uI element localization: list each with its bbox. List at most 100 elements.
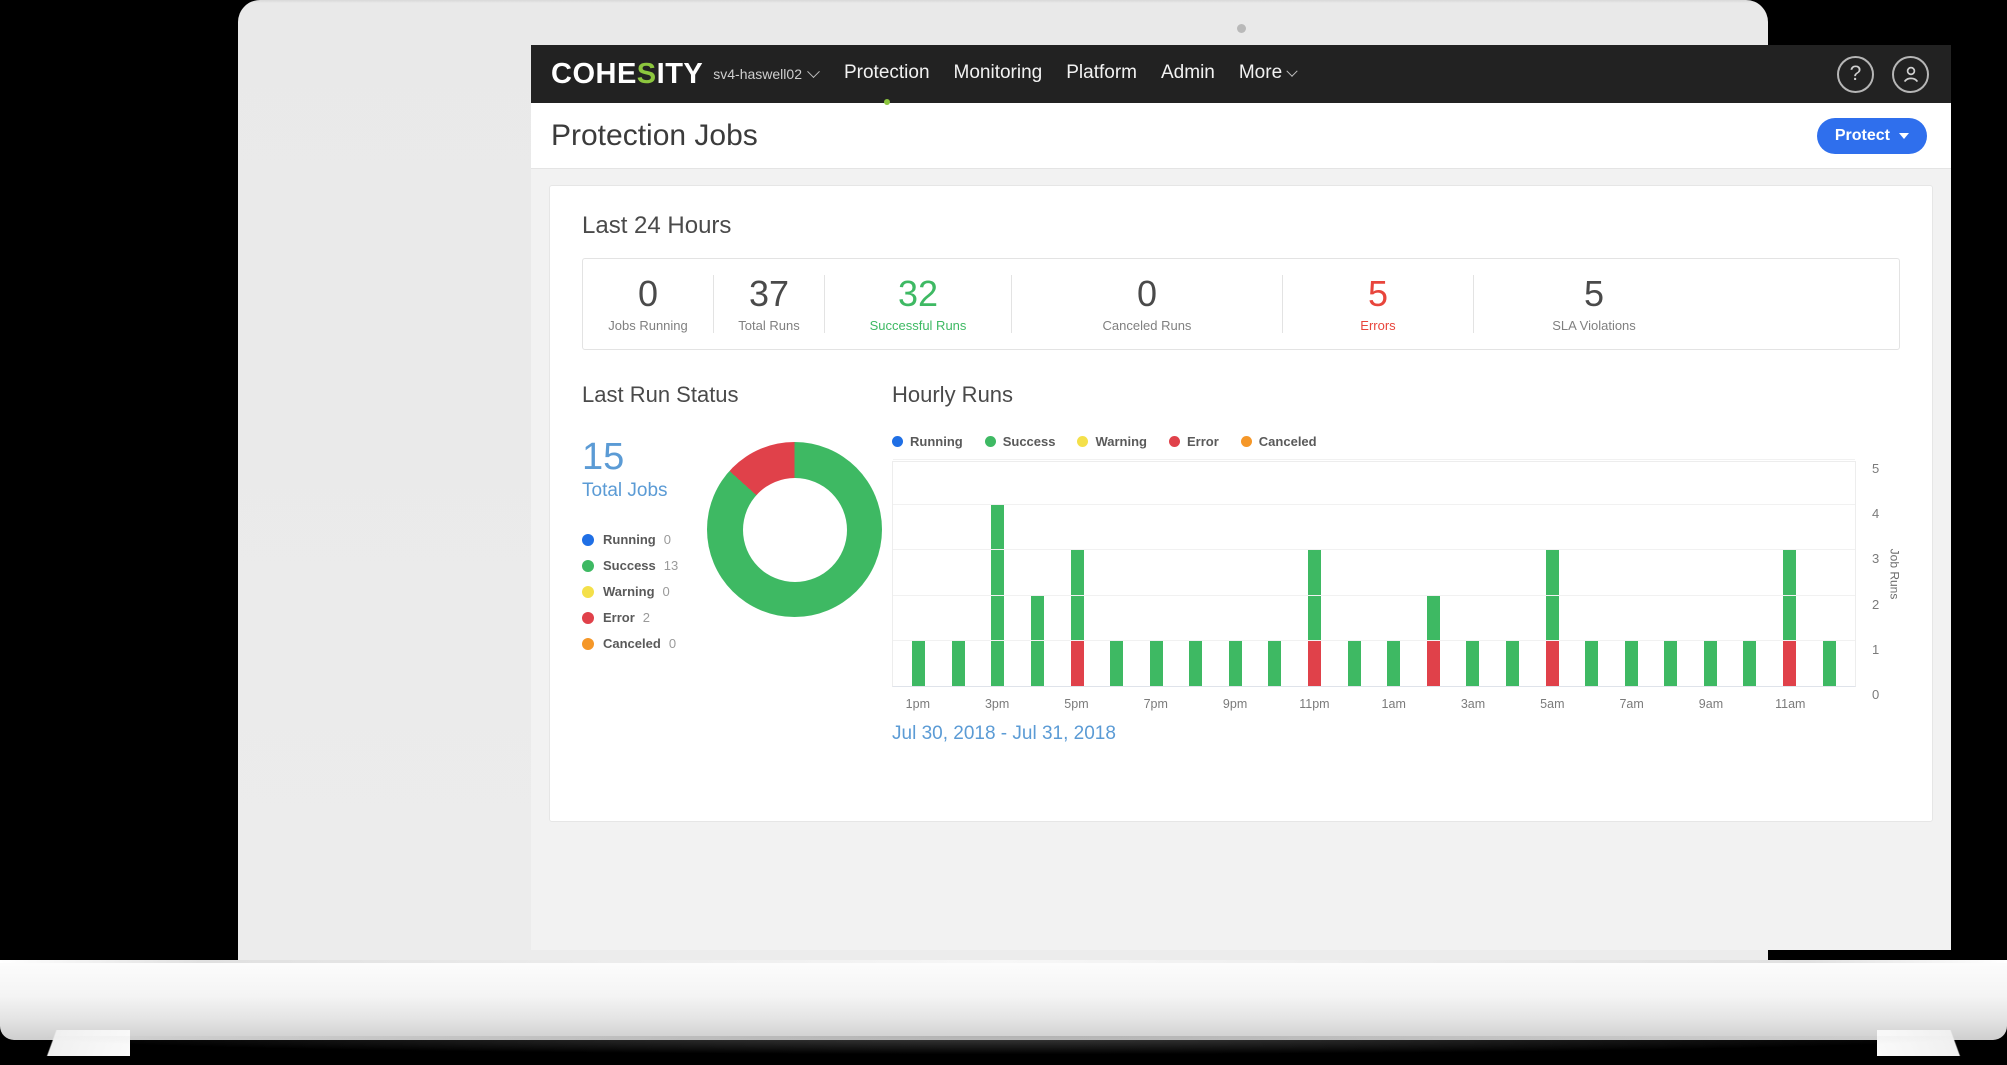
bar-segment-error	[1545, 640, 1559, 686]
cluster-selector[interactable]: sv4-haswell02	[713, 64, 820, 82]
bar-column[interactable]	[1347, 462, 1361, 686]
stat-sla-violations[interactable]: 5 SLA Violations	[1474, 272, 1714, 334]
chart-legend-item-error[interactable]: Error	[1169, 434, 1219, 449]
nav-label-admin: Admin	[1161, 62, 1215, 83]
brand-text-post: ITY	[656, 57, 704, 90]
hourly-runs-bar-chart[interactable]	[892, 459, 1856, 687]
bar-column[interactable]	[1505, 462, 1519, 686]
legend-item-canceled[interactable]: Canceled 0	[582, 636, 691, 651]
date-range-link[interactable]: Jul 30, 2018 - Jul 31, 2018	[892, 723, 1900, 745]
bar-column[interactable]	[1387, 462, 1401, 686]
nav-label-protection: Protection	[843, 62, 930, 83]
bar-column[interactable]	[1189, 462, 1203, 686]
bar-column[interactable]	[1466, 462, 1480, 686]
protect-button[interactable]: Protect	[1816, 117, 1927, 154]
stat-value: 5	[1367, 272, 1389, 314]
stat-errors[interactable]: 5 Errors	[1283, 272, 1473, 334]
legend-value: 0	[668, 636, 677, 651]
stat-value: 0	[637, 272, 659, 314]
legend-item-error[interactable]: Error 2	[582, 610, 691, 625]
bar-segment-success	[951, 640, 965, 686]
summary-stats-strip: 0 Jobs Running 37 Total Runs 32 Successful Ru…	[582, 258, 1900, 350]
stat-label: SLA Violations	[1552, 318, 1636, 334]
nav-label-monitoring: Monitoring	[953, 62, 1043, 83]
nav-item-monitoring[interactable]: Monitoring	[954, 62, 1043, 86]
gridline	[893, 504, 1855, 506]
bar-segment-success	[1505, 640, 1519, 686]
status-dot-icon	[984, 436, 996, 447]
bar-column[interactable]	[1308, 462, 1322, 686]
bar-segment-success	[1149, 640, 1163, 686]
top-navigation-bar: COHESITY sv4-haswell02 Protection Monito…	[531, 45, 1951, 103]
chevron-down-icon	[1899, 132, 1909, 139]
bar-column[interactable]	[1031, 462, 1045, 686]
y-axis-title: Job Runs	[1887, 548, 1902, 600]
bar-column[interactable]	[1149, 462, 1163, 686]
bar-column[interactable]	[1070, 462, 1084, 686]
bar-segment-success	[1545, 550, 1559, 641]
bar-column[interactable]	[1822, 462, 1836, 686]
bar-segment-success	[912, 640, 926, 686]
stat-successful-runs[interactable]: 32 Successful Runs	[825, 272, 1011, 333]
bar-column[interactable]	[951, 462, 965, 686]
status-dot-icon	[1240, 436, 1252, 447]
legend-item-running[interactable]: Running 0	[582, 532, 691, 547]
nav-item-protection[interactable]: Protection	[844, 62, 930, 86]
bar-column[interactable]	[1624, 462, 1638, 686]
stat-label: Errors	[1360, 318, 1396, 334]
legend-label: Canceled	[603, 636, 661, 651]
stat-canceled-runs[interactable]: 0 Canceled Runs	[1012, 274, 1282, 333]
laptop-lid: COHESITY sv4-haswell02 Protection Monito…	[238, 0, 1951, 967]
bar-column[interactable]	[1426, 462, 1440, 686]
stat-value: 32	[897, 272, 939, 314]
bar-column[interactable]	[1268, 462, 1282, 686]
chart-legend-item-canceled[interactable]: Canceled	[1240, 434, 1317, 449]
bar-segment-success	[1466, 640, 1480, 686]
nav-item-more[interactable]: More	[1239, 62, 1298, 86]
legend-item-warning[interactable]: Warning 0	[582, 584, 691, 599]
chart-legend-item-running[interactable]: Running	[892, 434, 963, 449]
laptop-screen: COHESITY sv4-haswell02 Protection Monito…	[531, 45, 1951, 950]
cohesity-logo[interactable]: COHESITY	[551, 58, 703, 91]
stat-value: 5	[1583, 272, 1605, 314]
chart-legend-item-warning[interactable]: Warning	[1077, 434, 1147, 449]
bar-column[interactable]	[1664, 462, 1678, 686]
bar-segment-success	[1426, 595, 1440, 641]
last-run-status-donut-chart[interactable]	[707, 442, 882, 617]
stat-jobs-running[interactable]: 0 Jobs Running	[583, 272, 713, 333]
bar-segment-success	[1822, 640, 1836, 686]
nav-item-platform[interactable]: Platform	[1066, 62, 1137, 86]
chevron-down-icon	[1286, 65, 1298, 77]
bar-column[interactable]	[1545, 462, 1559, 686]
bar-column[interactable]	[1228, 462, 1242, 686]
bar-column[interactable]	[1743, 462, 1757, 686]
bar-column[interactable]	[1585, 462, 1599, 686]
chart-legend-item-success[interactable]: Success	[984, 434, 1055, 449]
status-dot-icon	[582, 637, 594, 650]
bar-column[interactable]	[1783, 462, 1796, 686]
legend-value: 0	[662, 584, 670, 599]
nav-item-admin[interactable]: Admin	[1161, 62, 1215, 86]
chevron-down-icon	[807, 64, 820, 78]
gridline	[893, 549, 1855, 551]
last-run-status-title: Last Run Status	[582, 382, 739, 407]
x-axis: 1pm 3pm 5pm 7pm 9pm 11pm 1am 3am 5am 7am 9am 11am	[905, 697, 1806, 711]
last-run-status-panel: Last Run Status 15 Total Jobs Running 0 Su…	[582, 382, 882, 745]
bar-segment-success	[1228, 640, 1242, 686]
chart-legend-label: Running	[910, 434, 963, 449]
dashboard-card: Last 24 Hours 0 Jobs Running 37 Total Runs 3…	[549, 185, 1933, 822]
brand-text-pre: COHE	[551, 57, 637, 90]
help-icon[interactable]: ?	[1837, 55, 1874, 93]
bar-segment-error	[1070, 640, 1084, 686]
bar-column[interactable]	[912, 462, 926, 686]
legend-value: 13	[663, 558, 679, 573]
status-legend: Running 0 Success 13 Warning 0 Error 2 Canceled 0	[582, 532, 691, 651]
stat-total-runs[interactable]: 37 Total Runs	[714, 274, 824, 333]
user-avatar-icon[interactable]	[1892, 55, 1929, 93]
status-dot-icon	[582, 611, 594, 624]
bar-column[interactable]	[1703, 462, 1717, 686]
bar-column[interactable]	[1110, 462, 1124, 686]
status-dot-icon	[1169, 436, 1180, 447]
legend-item-success[interactable]: Success 13	[582, 558, 691, 573]
bar-column[interactable]	[991, 462, 1005, 686]
